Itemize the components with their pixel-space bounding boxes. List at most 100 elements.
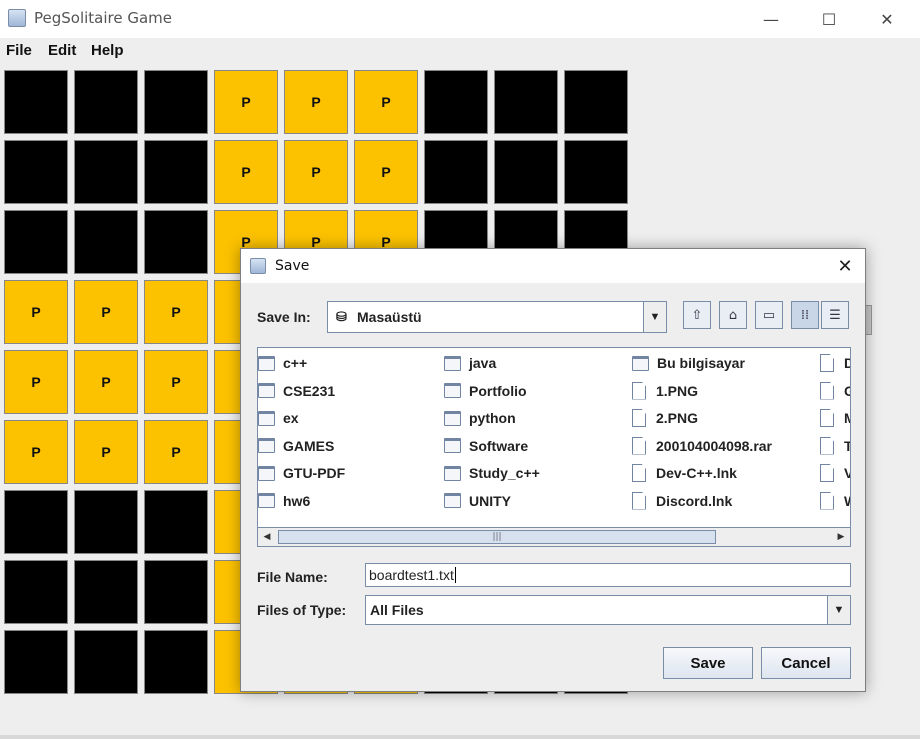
horizontal-scrollbar[interactable]: ◀ ||| ▶ bbox=[258, 527, 850, 546]
new-folder-button[interactable]: ▭ bbox=[755, 301, 783, 329]
peg-label: P bbox=[171, 304, 181, 320]
file-list-item[interactable]: V bbox=[820, 462, 850, 484]
file-list-item-label: hw6 bbox=[283, 492, 311, 509]
file-list[interactable]: WVTMGD Discord.lnk Dev-C++.lnk 200104004098… bbox=[257, 347, 851, 547]
file-icon bbox=[820, 354, 834, 372]
empty-cell[interactable] bbox=[4, 140, 68, 204]
chevron-down-icon[interactable]: ▼ bbox=[643, 302, 666, 332]
file-list-item[interactable]: 200104004098.rar bbox=[632, 435, 772, 457]
menu-file[interactable]: File bbox=[6, 42, 32, 59]
empty-cell[interactable] bbox=[144, 490, 208, 554]
file-icon bbox=[632, 409, 646, 427]
peg-cell[interactable]: P bbox=[74, 280, 138, 344]
peg-cell[interactable]: P bbox=[214, 140, 278, 204]
peg-cell[interactable]: P bbox=[284, 70, 348, 134]
empty-cell[interactable] bbox=[494, 140, 558, 204]
peg-label: P bbox=[311, 94, 321, 110]
file-list-item[interactable]: hw6 bbox=[258, 490, 310, 512]
peg-cell[interactable]: P bbox=[354, 140, 418, 204]
scroll-left-icon[interactable]: ◀ bbox=[258, 528, 276, 546]
scroll-right-icon[interactable]: ▶ bbox=[832, 528, 850, 546]
empty-cell[interactable] bbox=[144, 210, 208, 274]
empty-cell[interactable] bbox=[424, 140, 488, 204]
peg-cell[interactable]: P bbox=[4, 420, 68, 484]
minimize-button[interactable]: — bbox=[742, 0, 800, 38]
file-list-item[interactable]: ex bbox=[258, 407, 299, 429]
files-of-type-dropdown[interactable]: All Files ▼ bbox=[365, 595, 851, 625]
empty-cell[interactable] bbox=[144, 70, 208, 134]
details-view-button[interactable]: ☰ bbox=[821, 301, 849, 329]
empty-cell[interactable] bbox=[74, 210, 138, 274]
peg-cell[interactable]: P bbox=[4, 350, 68, 414]
file-list-item[interactable]: Software bbox=[444, 435, 528, 457]
file-list-item[interactable]: python bbox=[444, 407, 516, 429]
dialog-close-button[interactable]: ✕ bbox=[833, 254, 857, 278]
save-in-dropdown[interactable]: ⛁ Masaüstü ▼ bbox=[327, 301, 667, 333]
empty-cell[interactable] bbox=[494, 70, 558, 134]
file-list-item[interactable]: GAMES bbox=[258, 435, 334, 457]
empty-cell[interactable] bbox=[74, 490, 138, 554]
list-view-button[interactable]: ⁞⁞ bbox=[791, 301, 819, 329]
window-title: PegSolitaire Game bbox=[34, 9, 173, 27]
file-name-input[interactable]: boardtest1.txt bbox=[365, 563, 851, 587]
empty-cell[interactable] bbox=[4, 560, 68, 624]
menu-edit[interactable]: Edit bbox=[48, 42, 76, 59]
empty-cell[interactable] bbox=[564, 140, 628, 204]
new-folder-icon: ▭ bbox=[762, 307, 776, 323]
horizontal-scroll-thumb[interactable]: ||| bbox=[278, 530, 716, 544]
empty-cell[interactable] bbox=[4, 630, 68, 694]
cancel-button[interactable]: Cancel bbox=[761, 647, 851, 679]
empty-cell[interactable] bbox=[74, 560, 138, 624]
maximize-button[interactable]: ☐ bbox=[800, 0, 858, 38]
file-list-item-label: G bbox=[844, 383, 850, 399]
peg-cell[interactable]: P bbox=[74, 350, 138, 414]
file-list-item[interactable]: D bbox=[820, 352, 850, 374]
file-list-item[interactable]: CSE231 bbox=[258, 380, 335, 402]
empty-cell[interactable] bbox=[564, 70, 628, 134]
file-list-item[interactable]: Portfolio bbox=[444, 380, 527, 402]
empty-cell[interactable] bbox=[4, 70, 68, 134]
file-list-item[interactable]: UNITY bbox=[444, 490, 511, 512]
file-list-item[interactable]: Discord.lnk bbox=[632, 490, 732, 512]
close-button[interactable]: ✕ bbox=[858, 0, 916, 38]
file-list-item-label: UNITY bbox=[469, 492, 511, 509]
peg-cell[interactable]: P bbox=[354, 70, 418, 134]
empty-cell[interactable] bbox=[74, 70, 138, 134]
empty-cell[interactable] bbox=[424, 70, 488, 134]
peg-cell[interactable]: P bbox=[144, 350, 208, 414]
file-list-item[interactable]: W bbox=[820, 490, 850, 512]
empty-cell[interactable] bbox=[74, 630, 138, 694]
empty-cell[interactable] bbox=[4, 210, 68, 274]
up-one-level-button[interactable]: ⇧ bbox=[683, 301, 711, 329]
home-button[interactable]: ⌂ bbox=[719, 301, 747, 329]
peg-cell[interactable]: P bbox=[74, 420, 138, 484]
menu-help[interactable]: Help bbox=[91, 42, 124, 59]
peg-cell[interactable]: P bbox=[4, 280, 68, 344]
empty-cell[interactable] bbox=[74, 140, 138, 204]
computer-folder-icon bbox=[632, 355, 649, 371]
save-button[interactable]: Save bbox=[663, 647, 753, 679]
file-list-item[interactable]: T bbox=[820, 435, 850, 457]
file-list-item[interactable]: 1.PNG bbox=[632, 380, 698, 402]
file-icon bbox=[632, 381, 646, 400]
empty-cell[interactable] bbox=[144, 630, 208, 694]
file-list-item[interactable]: Bu bilgisayar bbox=[632, 352, 745, 374]
file-list-item[interactable]: G bbox=[820, 380, 850, 402]
file-list-item[interactable]: GTU-PDF bbox=[258, 462, 345, 484]
file-list-item[interactable]: c++ bbox=[258, 352, 307, 374]
save-dialog: Save ✕ Save In: ⛁ Masaüstü ▼ ⇧ ⌂ ▭ ⁞⁞ ☰ … bbox=[240, 248, 866, 692]
file-list-item-label: 1.PNG bbox=[656, 382, 699, 399]
peg-cell[interactable]: P bbox=[214, 70, 278, 134]
empty-cell[interactable] bbox=[144, 560, 208, 624]
empty-cell[interactable] bbox=[4, 490, 68, 554]
empty-cell[interactable] bbox=[144, 140, 208, 204]
peg-cell[interactable]: P bbox=[284, 140, 348, 204]
file-list-item[interactable]: M bbox=[820, 407, 850, 429]
file-list-item[interactable]: java bbox=[444, 352, 496, 374]
file-list-item[interactable]: 2.PNG bbox=[632, 407, 698, 429]
peg-cell[interactable]: P bbox=[144, 420, 208, 484]
file-list-item[interactable]: Study_c++ bbox=[444, 462, 540, 484]
file-list-item[interactable]: Dev-C++.lnk bbox=[632, 462, 737, 484]
chevron-down-icon[interactable]: ▼ bbox=[827, 596, 850, 624]
peg-cell[interactable]: P bbox=[144, 280, 208, 344]
